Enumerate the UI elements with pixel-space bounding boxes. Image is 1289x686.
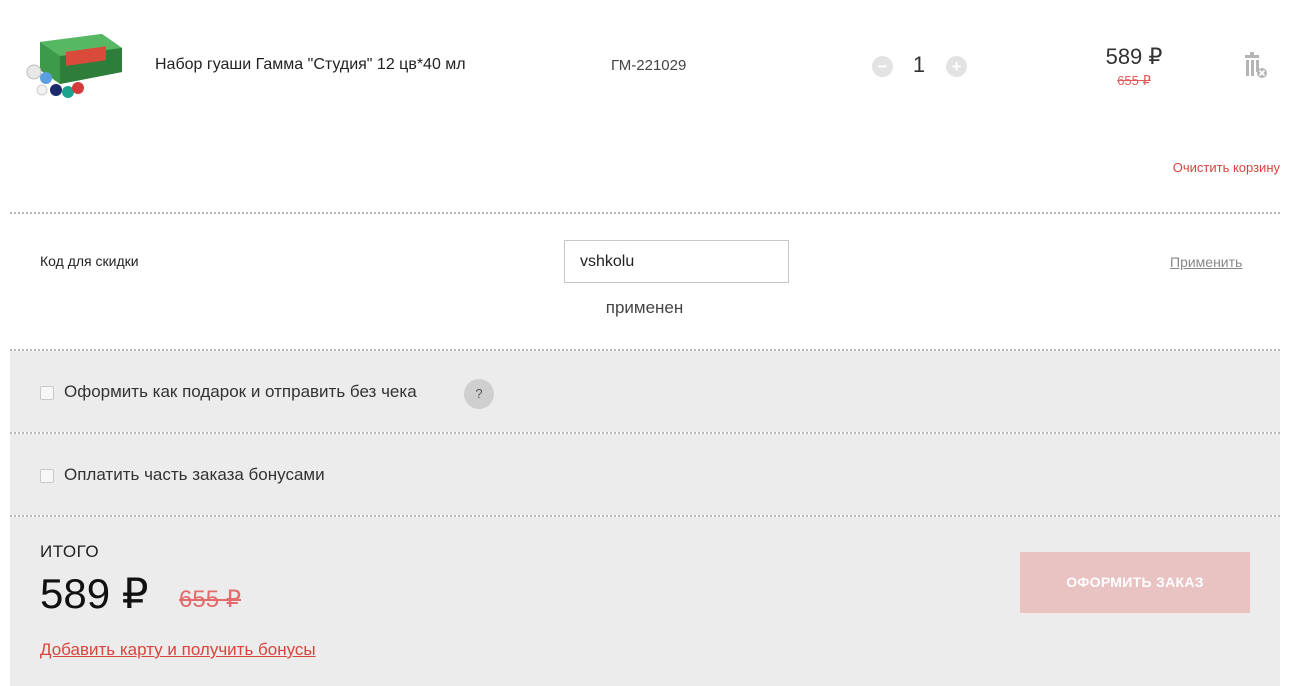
gift-checkbox[interactable] bbox=[40, 386, 54, 400]
item-old-price: 655 ₽ bbox=[1117, 73, 1151, 88]
discount-code-input[interactable] bbox=[564, 240, 789, 283]
bonus-option-panel: Оплатить часть заказа бонусами bbox=[10, 434, 1280, 515]
bonus-option-label[interactable]: Оплатить часть заказа бонусами bbox=[64, 465, 325, 485]
clear-cart-link[interactable]: Очистить корзину bbox=[1173, 160, 1280, 175]
product-sku: ГМ-221029 bbox=[611, 57, 687, 74]
discount-code-label: Код для скидки bbox=[40, 253, 139, 269]
product-name[interactable]: Набор гуаши Гамма "Студия" 12 цв*40 мл bbox=[155, 56, 466, 74]
gift-option-label[interactable]: Оформить как подарок и отправить без чек… bbox=[64, 382, 417, 402]
apply-discount-link[interactable]: Применить bbox=[1170, 254, 1242, 270]
total-price: 589 ₽ bbox=[40, 570, 149, 617]
gift-option-panel: Оформить как подарок и отправить без чек… bbox=[10, 351, 1280, 432]
product-thumbnail[interactable] bbox=[22, 28, 126, 106]
discount-status: применен bbox=[605, 298, 684, 317]
cart-item-row: Набор гуаши Гамма "Студия" 12 цв*40 мл Г… bbox=[0, 0, 1289, 135]
trash-icon[interactable] bbox=[1242, 52, 1268, 80]
total-old-price: 655 ₽ bbox=[179, 586, 241, 613]
help-icon[interactable]: ? bbox=[464, 379, 494, 409]
bonus-checkbox[interactable] bbox=[40, 469, 54, 483]
checkout-button[interactable]: ОФОРМИТЬ ЗАКАЗ bbox=[1020, 552, 1250, 613]
item-price: 589 ₽ bbox=[1105, 44, 1163, 69]
total-label: ИТОГО bbox=[40, 542, 100, 561]
add-card-link[interactable]: Добавить карту и получить бонусы bbox=[40, 640, 316, 660]
order-summary-panel: ИТОГО 589 ₽ 655 ₽ Добавить карту и получ… bbox=[10, 517, 1280, 686]
divider bbox=[10, 212, 1280, 214]
quantity-decrease-button[interactable]: − bbox=[872, 56, 893, 77]
quantity-increase-button[interactable]: + bbox=[946, 56, 967, 77]
quantity-value: 1 bbox=[912, 52, 926, 77]
